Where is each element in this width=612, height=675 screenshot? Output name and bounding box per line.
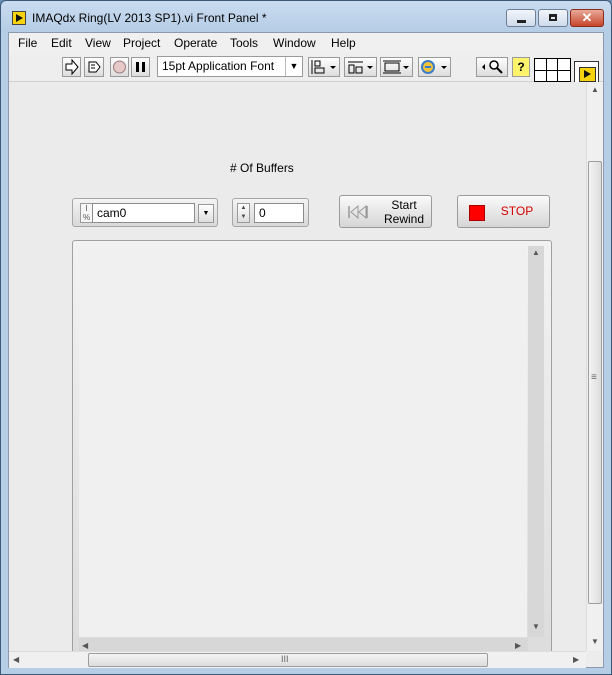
run-continuously-icon (88, 61, 101, 73)
image-canvas[interactable] (79, 246, 527, 637)
stop-led-icon (469, 205, 485, 221)
scroll-down-icon[interactable]: ▼ (591, 637, 599, 646)
resize-objects-icon (383, 60, 409, 74)
maximize-icon (549, 14, 557, 21)
rewind-icon (348, 205, 368, 219)
minimize-icon (517, 20, 526, 23)
scroll-down-icon[interactable]: ▼ (532, 622, 540, 631)
menu-file[interactable]: File (16, 35, 39, 51)
chevron-down-icon: ▼ (285, 57, 302, 76)
image-vertical-scrollbar[interactable]: ▲ ▼ (528, 246, 544, 637)
pause-button[interactable] (131, 57, 150, 77)
buffers-label: # Of Buffers (230, 161, 294, 175)
minimize-button[interactable] (506, 9, 536, 27)
menu-bar: File Edit View Project Operate Tools Win… (9, 33, 603, 53)
font-select[interactable]: 15pt Application Font ▼ (157, 56, 303, 77)
title-bar[interactable]: IMAQdx Ring(LV 2013 SP1).vi Front Panel … (1, 1, 611, 33)
labview-vi-icon (579, 67, 596, 82)
close-button[interactable]: ✕ (570, 9, 604, 27)
stop-label: STOP (500, 204, 534, 218)
font-select-value: 15pt Application Font (162, 59, 275, 73)
search-icon (482, 60, 503, 74)
labview-app-icon (12, 11, 26, 25)
chevron-down-icon[interactable]: ▼ (198, 204, 214, 223)
start-label: Start (391, 198, 417, 212)
menu-project[interactable]: Project (121, 35, 162, 51)
menu-view[interactable]: View (83, 35, 113, 51)
window-title: IMAQdx Ring(LV 2013 SP1).vi Front Panel … (32, 11, 267, 25)
toolbar: 15pt Application Font ▼ ? (9, 53, 603, 93)
abort-icon (113, 60, 126, 74)
run-button[interactable] (62, 57, 81, 77)
buffers-value-field[interactable]: 0 (254, 203, 304, 223)
scroll-left-icon[interactable]: ◀ (82, 641, 88, 650)
horizontal-scroll-thumb[interactable]: III (88, 653, 488, 667)
menu-help[interactable]: Help (329, 35, 358, 51)
buffers-numeric[interactable]: ▲ ▼ 0 (232, 198, 309, 227)
increment-decrement-icon[interactable]: ▲ ▼ (237, 203, 250, 223)
close-icon: ✕ (581, 10, 593, 25)
grip-icon: ≡ (591, 372, 597, 383)
camera-name-field[interactable]: cam0 (92, 203, 195, 223)
menu-operate[interactable]: Operate (172, 35, 219, 51)
distribute-objects-button[interactable] (344, 57, 377, 77)
vertical-scroll-thumb[interactable]: ≡ (588, 161, 602, 604)
scroll-right-icon[interactable]: ▶ (573, 655, 579, 664)
scroll-left-icon[interactable]: ◀ (13, 655, 19, 664)
rewind-label: Rewind (383, 212, 425, 226)
scroll-up-icon[interactable]: ▲ (532, 248, 540, 257)
run-continuously-button[interactable] (84, 57, 104, 77)
align-objects-button[interactable] (308, 57, 340, 77)
start-rewind-label: Start Rewind (378, 198, 430, 226)
menu-window[interactable]: Window (271, 35, 318, 51)
grip-icon: III (281, 654, 289, 664)
start-rewind-button[interactable]: Start Rewind (339, 195, 432, 228)
run-arrow-icon (65, 58, 79, 76)
camera-selector[interactable]: I% cam0 ▼ (72, 198, 218, 227)
menu-edit[interactable]: Edit (49, 35, 74, 51)
reorder-icon (421, 60, 447, 74)
scroll-right-icon[interactable]: ▶ (515, 641, 521, 650)
image-display[interactable]: ▲ ▼ ◀ ▶ (72, 240, 552, 663)
context-help-button[interactable]: ? (512, 57, 530, 77)
window: IMAQdx Ring(LV 2013 SP1).vi Front Panel … (0, 0, 612, 675)
distribute-objects-icon (348, 61, 373, 74)
panel-vertical-scrollbar[interactable]: ▲ ≡ ▼ (586, 82, 603, 651)
client-area: File Edit View Project Operate Tools Win… (8, 32, 604, 668)
context-help-icon: ? (517, 60, 525, 74)
panel-horizontal-scrollbar[interactable]: ◀ III ▶ (9, 651, 586, 668)
maximize-button[interactable] (538, 9, 568, 27)
reorder-button[interactable] (418, 57, 451, 77)
front-panel: I% cam0 ▼ # Of Buffers ▲ ▼ 0 Start Rewin… (9, 82, 586, 663)
search-button[interactable] (476, 57, 508, 77)
scroll-up-icon[interactable]: ▲ (591, 85, 599, 94)
resize-objects-button[interactable] (380, 57, 413, 77)
stop-button[interactable]: STOP (457, 195, 550, 228)
menu-tools[interactable]: Tools (228, 35, 260, 51)
pause-icon (136, 62, 145, 72)
abort-button[interactable] (110, 57, 129, 77)
align-objects-icon (311, 60, 336, 74)
